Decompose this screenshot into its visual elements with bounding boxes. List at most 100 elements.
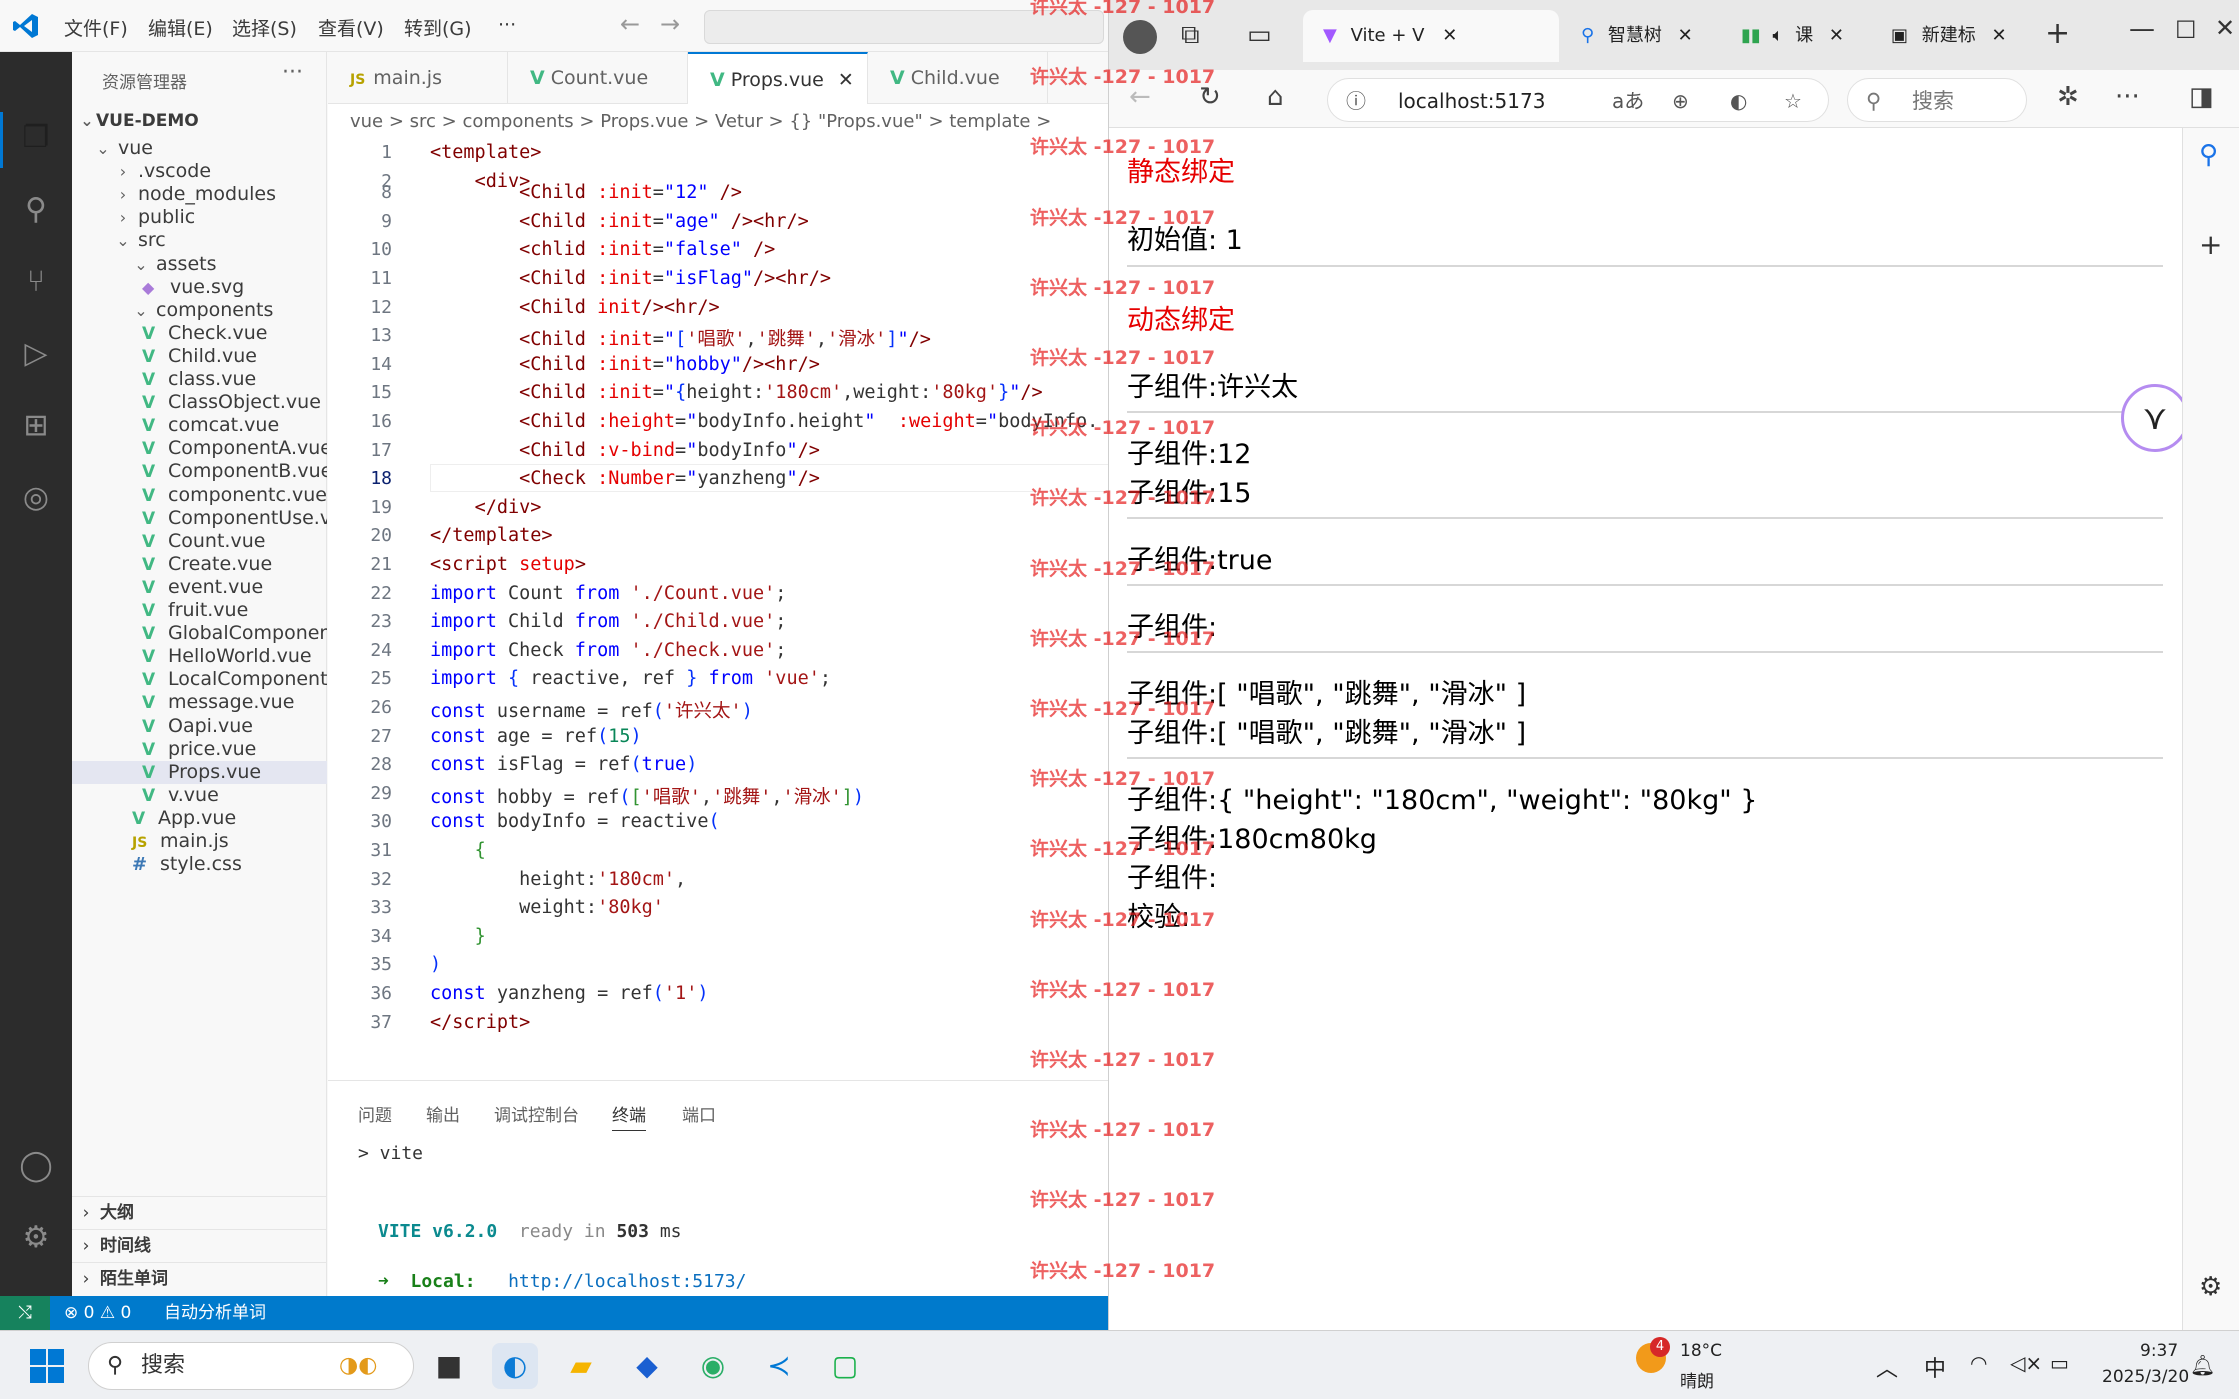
close-tab-icon[interactable]: ✕ <box>1442 25 1457 46</box>
file-tree-item[interactable]: Vfruit.vue <box>72 599 327 622</box>
panel-tab-ports[interactable]: 端口 <box>682 1101 716 1126</box>
close-tab-icon[interactable]: ✕ <box>1678 25 1693 46</box>
source-control-icon[interactable]: ⑂ <box>18 264 54 300</box>
clock-time[interactable]: 9:37 <box>2140 1341 2178 1361</box>
notification-bell-icon[interactable]: 🔔︎ <box>2190 1353 2215 1377</box>
address-bar[interactable]: ⓘ localhost:5173 aあ ⊕ ◐ ☆ <box>1327 78 1829 122</box>
close-tab-icon[interactable]: ✕ <box>1991 25 2006 46</box>
browser-search-box[interactable]: ⚲ 搜索 <box>1847 78 2027 122</box>
code-line[interactable]: <Child :height="bodyInfo.height" :weight… <box>430 411 1098 432</box>
workspaces-icon[interactable]: ⧉ <box>1181 20 1200 51</box>
file-tree-item[interactable]: V GlobalComponen... <box>72 622 327 645</box>
code-line[interactable]: <Child :init="{height:'180cm',weight:'80… <box>430 382 1043 403</box>
code-line[interactable]: </template> <box>430 525 553 546</box>
browser-tab-new[interactable]: ▣ 新建标 ✕ <box>1879 10 2029 62</box>
read-aloud-icon[interactable]: aあ <box>1612 79 1644 123</box>
menu-more[interactable]: ··· <box>498 14 516 36</box>
screen-tool-icon[interactable]: ▢ <box>822 1343 868 1389</box>
close-window-icon[interactable]: ✕ <box>2215 14 2235 42</box>
panel-tab-terminal[interactable]: 终端 <box>612 1101 646 1131</box>
code-line[interactable]: { <box>430 840 486 861</box>
file-tree-item[interactable]: Vprice.vue <box>72 738 327 761</box>
command-center[interactable] <box>704 10 1104 44</box>
sidebar-add-icon[interactable]: + <box>2199 228 2222 261</box>
explorer-icon[interactable]: ❐ <box>18 120 54 156</box>
tab-child-vue[interactable]: V Child.vue <box>868 52 1048 104</box>
panel-tab-debug-console[interactable]: 调试控制台 <box>494 1101 579 1126</box>
vscode-taskbar-icon[interactable]: ≺ <box>756 1343 802 1389</box>
code-line[interactable]: } <box>430 926 486 947</box>
auto-analyze-status[interactable]: 自动分析单词 <box>164 1296 266 1330</box>
code-line[interactable]: const bodyInfo = reactive( <box>430 811 720 832</box>
code-line[interactable]: import Check from './Check.vue'; <box>430 640 786 661</box>
file-tree-item[interactable]: V App.vue <box>72 807 327 830</box>
code-line[interactable]: const isFlag = ref(true) <box>430 754 697 775</box>
file-tree-item[interactable]: V Check.vue <box>72 322 327 345</box>
outline-section[interactable]: › 大纲 <box>72 1196 327 1229</box>
extensions-puzzle-icon[interactable]: ✲ <box>2057 82 2079 112</box>
edge-copilot-icon[interactable]: ◐ <box>1730 79 1747 123</box>
sidebar-toggle-icon[interactable]: ◨ <box>2189 82 2214 112</box>
show-hidden-icons-icon[interactable]: ︿ <box>1876 1351 1898 1383</box>
file-explorer-icon[interactable]: ▰ <box>558 1343 604 1389</box>
sidebar-search-icon[interactable]: ⚲ <box>2199 140 2218 170</box>
code-line[interactable]: height:'180cm', <box>430 869 686 890</box>
file-tree-item[interactable]: ⌄ src <box>72 229 327 252</box>
code-line[interactable]: </div> <box>430 497 542 518</box>
code-line[interactable]: </script> <box>430 1012 530 1033</box>
file-tree-item[interactable]: JS main.js <box>72 830 327 853</box>
battery-icon[interactable]: ▭ <box>2050 1351 2069 1375</box>
code-line[interactable]: weight:'80kg' <box>430 897 664 918</box>
file-tree-item[interactable]: Vclass.vue <box>72 368 327 391</box>
code-editor[interactable]: 1 <template> 2 <div> 8 <Child :init="12" />… <box>328 140 1110 1080</box>
clock-date[interactable]: 2025/3/20 <box>2102 1367 2189 1387</box>
account-icon[interactable]: ◯ <box>18 1148 54 1184</box>
close-tab-icon[interactable]: ✕ <box>1829 25 1844 46</box>
file-tree-item[interactable]: V Oapi.vue <box>72 715 327 738</box>
explorer-more-icon[interactable]: ··· <box>282 60 303 85</box>
file-tree-item[interactable]: V Props.vue <box>72 760 327 784</box>
file-tree-item[interactable]: V HelloWorld.vue <box>72 645 327 668</box>
tab-props-vue[interactable]: V Props.vue ✕ <box>688 52 868 104</box>
taskbar-search[interactable]: ⚲ 搜索 ◑◐ <box>88 1342 414 1390</box>
menu-selection[interactable]: 选择(S) <box>232 14 297 41</box>
zoom-icon[interactable]: ⊕ <box>1672 79 1689 123</box>
file-tree-item[interactable]: › .vscode <box>72 160 327 183</box>
browser-tab-course[interactable]: ▮▮ 🔈︎ 课 ✕ <box>1729 10 1869 62</box>
back-icon[interactable]: ← <box>1129 82 1151 112</box>
project-root[interactable]: ⌄ VUE-DEMO <box>72 104 327 137</box>
file-tree-item[interactable]: V ComponentB.vue <box>72 460 327 483</box>
menu-edit[interactable]: 编辑(E) <box>148 14 213 41</box>
file-tree-item[interactable]: Vcomcat.vue <box>72 414 327 437</box>
new-tab-plus-icon[interactable]: + <box>2045 16 2070 51</box>
menu-view[interactable]: 查看(V) <box>318 14 384 41</box>
file-tree-item[interactable]: Vevent.vue <box>72 576 327 599</box>
browser-tab-vite[interactable]: ▼ Vite + V ✕ <box>1303 10 1559 62</box>
file-tree-item[interactable]: V LocalComponent.... <box>72 668 327 691</box>
file-tree-item[interactable]: ⌄ components <box>72 299 327 322</box>
code-line[interactable]: const username = ref('许兴太') <box>430 697 753 723</box>
close-tab-icon[interactable]: ✕ <box>838 69 854 91</box>
file-tree-item[interactable]: V Create.vue <box>72 553 327 576</box>
strange-words-section[interactable]: › 陌生单词 <box>72 1262 327 1295</box>
code-line[interactable]: <template> <box>430 142 541 163</box>
forward-arrow-icon[interactable]: → <box>660 10 680 38</box>
code-line[interactable]: <chlid :init="false" /> <box>430 239 775 260</box>
code-line[interactable]: <Child init/><hr/> <box>430 297 720 318</box>
code-line[interactable]: <script setup> <box>430 554 586 575</box>
remote-explorer-icon[interactable]: ◎ <box>18 480 54 516</box>
local-url-link[interactable]: http://localhost:5173/ <box>508 1271 746 1292</box>
file-tree-item[interactable]: › public <box>72 206 327 229</box>
file-tree-item[interactable]: V Count.vue <box>72 530 327 553</box>
code-line[interactable]: import Child from './Child.vue'; <box>430 611 786 632</box>
panel-tab-output[interactable]: 输出 <box>426 1101 460 1126</box>
manage-gear-icon[interactable]: ⚙ <box>18 1220 54 1256</box>
home-icon[interactable]: ⌂ <box>1267 82 1284 112</box>
sidebar-settings-icon[interactable]: ⚙ <box>2199 1272 2222 1302</box>
file-tree-item[interactable]: Vv.vue <box>72 784 327 807</box>
search-icon[interactable]: ⚲ <box>18 192 54 228</box>
speaker-icon[interactable]: 🔈︎ <box>1773 25 1784 46</box>
tab-count-vue[interactable]: V Count.vue <box>508 52 688 104</box>
file-tree-item[interactable]: ⌄ vue <box>72 137 327 160</box>
file-tree-item[interactable]: Vmessage.vue <box>72 691 327 714</box>
